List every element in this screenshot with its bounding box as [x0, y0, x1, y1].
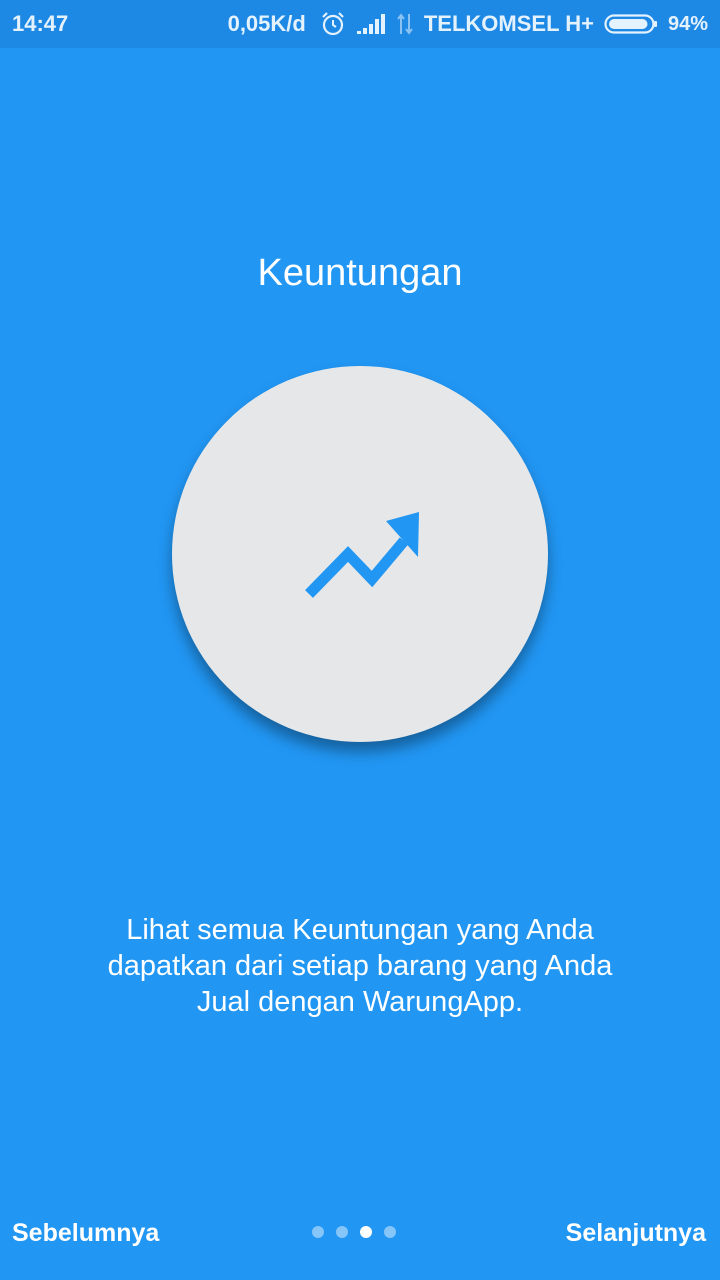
page-indicator — [312, 1226, 396, 1238]
page-dot — [312, 1226, 324, 1238]
carrier-name: TELKOMSEL H+ — [423, 11, 594, 36]
battery-icon — [604, 13, 658, 35]
signal-bars-icon — [356, 13, 386, 35]
hero-illustration-circle — [172, 366, 548, 742]
page-title: Keuntungan — [257, 252, 463, 294]
onboarding-description: Lihat semua Keuntungan yang Anda dapatka… — [107, 914, 613, 1018]
alarm-clock-icon — [320, 11, 346, 37]
status-right: 0,05K/d TELKOMSEL H+ 94% — [228, 11, 708, 37]
status-left: 14:47 — [12, 11, 68, 37]
data-arrows-icon — [396, 12, 414, 36]
page-dot — [384, 1226, 396, 1238]
clock-time: 14:47 — [12, 11, 69, 36]
next-button[interactable]: Selanjutnya — [566, 1219, 706, 1248]
page-dot — [360, 1226, 372, 1238]
trending-up-icon — [305, 512, 419, 598]
previous-button[interactable]: Sebelumnya — [12, 1219, 159, 1248]
page-dot — [336, 1226, 348, 1238]
onboarding-navigation: Sebelumnya Selanjutnya — [0, 1200, 720, 1266]
onboarding-screen: 14:47 0,05K/d TELKOMSEL H+ 94% Keuntunga… — [0, 0, 720, 1280]
status-bar: 14:47 0,05K/d TELKOMSEL H+ 94% — [0, 0, 720, 48]
network-speed: 0,05K/d — [227, 11, 306, 36]
battery-percentage: 94% — [667, 12, 708, 35]
